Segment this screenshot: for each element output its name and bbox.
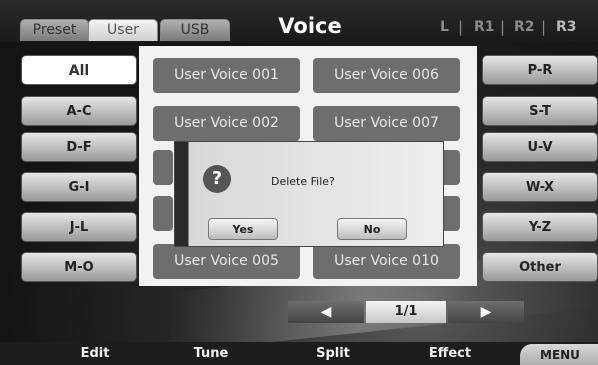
layer-separator: | xyxy=(541,18,547,36)
next-page-button[interactable]: ▶ xyxy=(448,301,524,323)
prev-page-button[interactable]: ◀ xyxy=(288,301,364,323)
edit-button[interactable]: Edit xyxy=(40,342,150,365)
page-title: Voice xyxy=(278,14,342,38)
category-a-c[interactable]: A-C xyxy=(21,96,137,126)
tab-preset[interactable]: Preset xyxy=(20,19,89,41)
voice-screen: Preset User USB Voice L | R1 | R2 | R3 A… xyxy=(0,0,598,365)
category-d-f[interactable]: D-F xyxy=(21,132,137,162)
effect-button[interactable]: Effect xyxy=(395,342,505,365)
dialog-message: Delete File? xyxy=(271,175,335,188)
voice-item[interactable]: User Voice 006 xyxy=(313,58,460,93)
category-all[interactable]: All xyxy=(21,55,137,85)
voice-item-hidden xyxy=(153,150,173,185)
voice-item[interactable]: User Voice 002 xyxy=(153,106,300,141)
tab-user[interactable]: User xyxy=(88,19,158,41)
category-y-z[interactable]: Y-Z xyxy=(482,212,598,242)
page-indicator: 1/1 xyxy=(366,301,446,323)
category-g-i[interactable]: G-I xyxy=(21,172,137,202)
layer-r2[interactable]: R2 xyxy=(514,19,535,35)
category-j-l[interactable]: J-L xyxy=(21,212,137,242)
voice-item-hidden xyxy=(153,196,173,231)
layer-separator: | xyxy=(500,18,506,36)
layer-l[interactable]: L xyxy=(440,19,449,35)
pager: ◀ 1/1 ▶ xyxy=(288,301,524,323)
category-p-r[interactable]: P-R xyxy=(482,55,598,85)
voice-item[interactable]: User Voice 001 xyxy=(153,58,300,93)
split-button[interactable]: Split xyxy=(278,342,388,365)
yes-button[interactable]: Yes xyxy=(208,218,278,240)
voice-item[interactable]: User Voice 010 xyxy=(313,244,460,279)
tune-button[interactable]: Tune xyxy=(156,342,266,365)
arrow-left-icon: ◀ xyxy=(320,304,332,320)
no-button[interactable]: No xyxy=(337,218,407,240)
menu-button[interactable]: MENU xyxy=(520,344,598,365)
question-icon: ? xyxy=(203,165,231,193)
tab-usb[interactable]: USB xyxy=(160,19,230,41)
arrow-right-icon: ▶ xyxy=(480,304,492,320)
category-other[interactable]: Other xyxy=(482,252,598,282)
category-m-o[interactable]: M-O xyxy=(21,252,137,282)
voice-item[interactable]: User Voice 007 xyxy=(313,106,460,141)
voice-item[interactable]: User Voice 005 xyxy=(153,244,300,279)
category-u-v[interactable]: U-V xyxy=(482,132,598,162)
layer-separator: | xyxy=(458,18,464,36)
layer-r1[interactable]: R1 xyxy=(474,19,495,35)
category-s-t[interactable]: S-T xyxy=(482,96,598,126)
category-w-x[interactable]: W-X xyxy=(482,172,598,202)
layer-r3[interactable]: R3 xyxy=(556,19,577,35)
